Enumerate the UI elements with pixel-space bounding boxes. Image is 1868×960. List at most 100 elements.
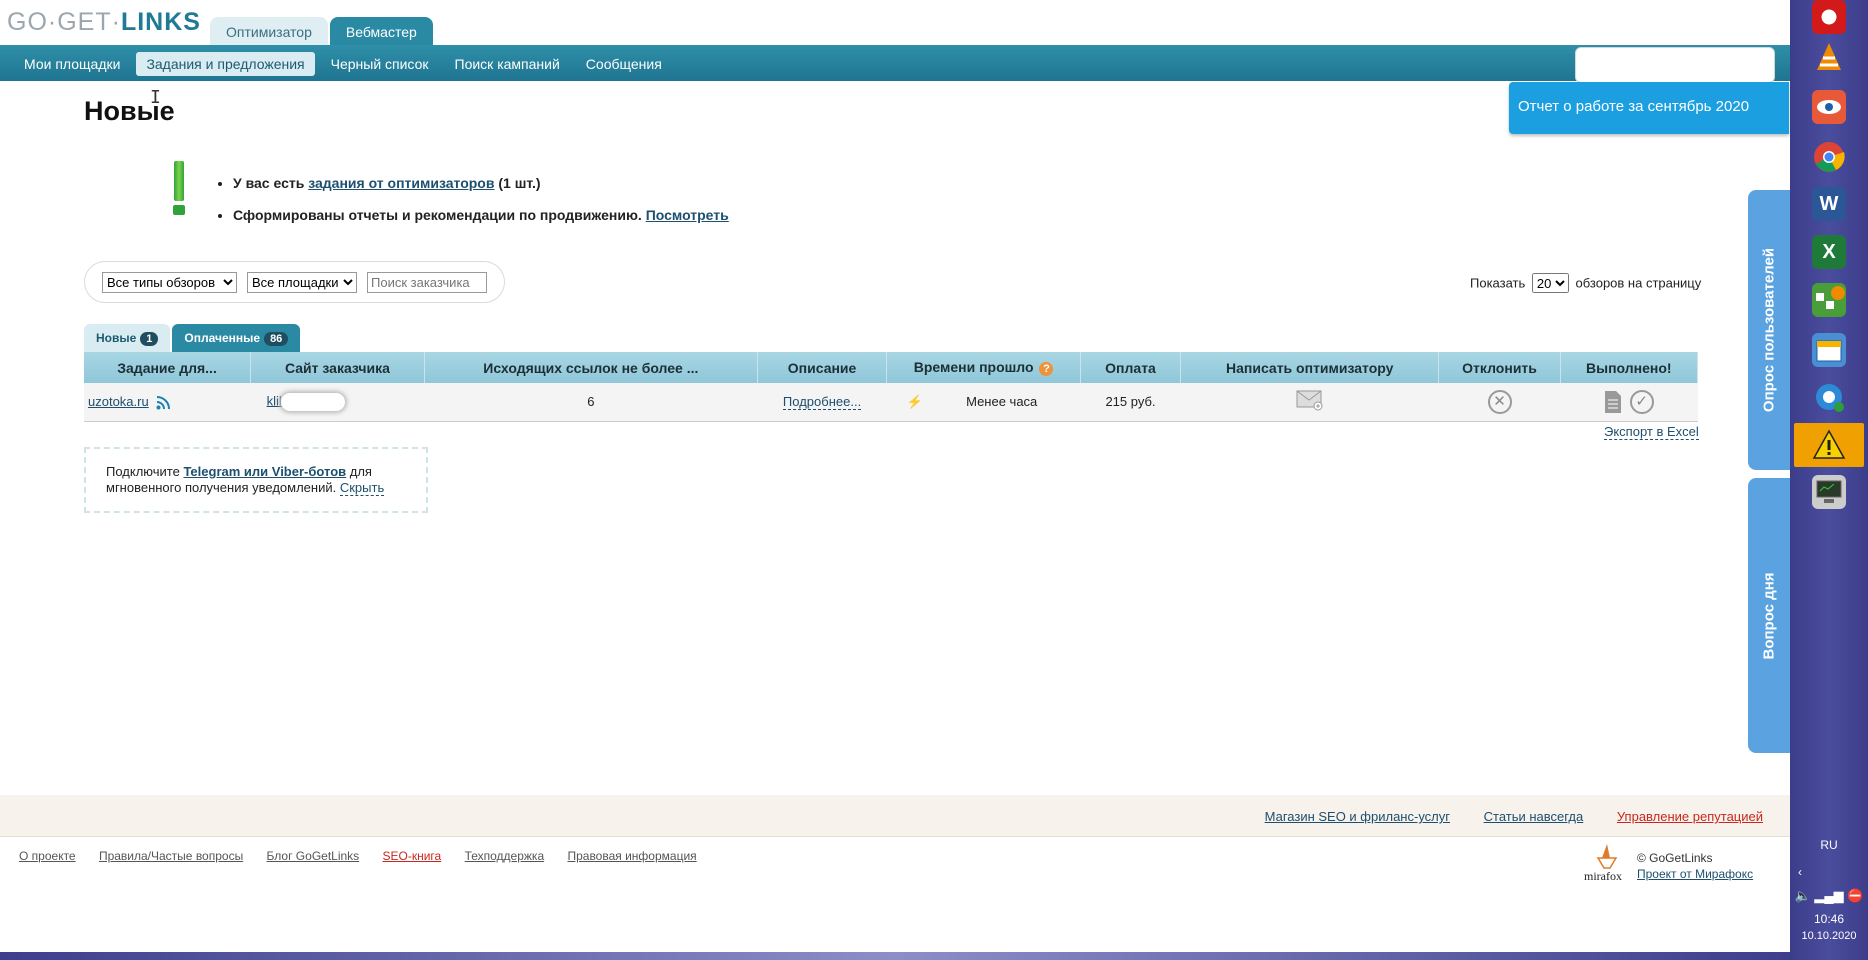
notice-reports: Сформированы отчеты и рекомендации по пр… bbox=[233, 207, 729, 223]
review-type-select[interactable]: Все типы обзоров bbox=[102, 272, 237, 293]
footer-links: О проекте Правила/Частые вопросы Блог Go… bbox=[19, 849, 717, 863]
col-time-passed[interactable]: Времени прошло ? bbox=[886, 352, 1082, 383]
footer-about-link[interactable]: О проекте bbox=[19, 849, 76, 863]
cell-outgoing-links: 6 bbox=[424, 383, 758, 422]
excel-icon[interactable]: X bbox=[1812, 235, 1846, 269]
document-icon[interactable] bbox=[1604, 390, 1622, 414]
tasks-app-icon[interactable] bbox=[1812, 283, 1846, 317]
question-of-day-tab[interactable]: Вопрос дня bbox=[1748, 478, 1790, 753]
table-row: uzotoka.ru klik 6 Подробнее... ⚡ Менее ча… bbox=[84, 383, 1698, 422]
mirafox-logo[interactable]: mirafox bbox=[1584, 842, 1630, 882]
table-header-row: Задание для... Сайт заказчика Исходящих … bbox=[84, 352, 1699, 383]
footer-support-link[interactable]: Техподдержка bbox=[465, 849, 545, 863]
check-icon[interactable]: ✓ bbox=[1629, 389, 1654, 414]
footer-seo-book-link[interactable]: SEO-книга bbox=[383, 849, 442, 863]
cell-task-for: uzotoka.ru bbox=[84, 383, 251, 422]
ie-icon[interactable] bbox=[1812, 380, 1846, 414]
footer-legal-link[interactable]: Правовая информация bbox=[567, 849, 696, 863]
notice-tasks: У вас есть задания от оптимизаторов (1 ш… bbox=[233, 175, 729, 191]
count-badge: 1 bbox=[140, 332, 159, 346]
user-survey-tab[interactable]: Опрос пользователей bbox=[1748, 190, 1790, 470]
warning-icon[interactable] bbox=[1812, 428, 1846, 462]
redacted-mask bbox=[281, 392, 346, 411]
tray-icons[interactable]: 🔈 ▂▄▆ ⛔ bbox=[1790, 888, 1868, 904]
windows-taskbar: W X RU ‹ 🔈 ▂▄▆ ⛔ 10:46 10.10.2020 bbox=[1790, 0, 1868, 960]
details-link[interactable]: Подробнее... bbox=[782, 394, 862, 411]
col-description: Описание bbox=[757, 352, 888, 383]
monitor-app-icon[interactable] bbox=[1812, 475, 1846, 509]
gogetlinks-logo[interactable]: GO·GET·LINKS bbox=[7, 8, 201, 37]
decline-icon[interactable]: ✕ bbox=[1487, 389, 1512, 414]
nav-user-box[interactable] bbox=[1575, 47, 1775, 83]
page-title: Новые bbox=[84, 96, 175, 126]
svg-text:mirafox: mirafox bbox=[1584, 869, 1622, 882]
telegram-notice: Подключите Telegram или Viber-ботов для … bbox=[84, 447, 428, 513]
cell-done: ✓ bbox=[1560, 383, 1698, 422]
cell-write-optimizer bbox=[1180, 383, 1439, 422]
lightning-icon: ⚡ bbox=[906, 393, 923, 409]
col-outgoing-links[interactable]: Исходящих ссылок не более ... bbox=[424, 352, 758, 383]
nav-campaign-search[interactable]: Поиск кампаний bbox=[445, 52, 570, 76]
bottom-stripe bbox=[0, 952, 1790, 960]
expand-tray-icon[interactable]: ‹ bbox=[1798, 865, 1808, 879]
clock-time[interactable]: 10:46 bbox=[1790, 912, 1868, 926]
nav-blacklist[interactable]: Черный список bbox=[321, 52, 439, 76]
sites-select[interactable]: Все площадки bbox=[247, 272, 357, 293]
mirafox-project-link[interactable]: Проект от Мирафокс bbox=[1637, 867, 1753, 881]
cell-payment: 215 руб. bbox=[1080, 383, 1181, 422]
nav-tasks-offers[interactable]: Задания и предложения bbox=[136, 52, 315, 76]
archive-icon[interactable] bbox=[1812, 333, 1846, 367]
rss-icon[interactable] bbox=[156, 395, 171, 410]
eye-app-icon[interactable] bbox=[1812, 90, 1846, 124]
view-reports-link[interactable]: Посмотреть bbox=[646, 207, 729, 223]
footer-reputation-link[interactable]: Управление репутацией bbox=[1617, 809, 1763, 824]
optimizer-tasks-link[interactable]: задания от оптимизаторов bbox=[308, 175, 494, 191]
tasks-table: Задание для... Сайт заказчика Исходящих … bbox=[84, 352, 1699, 422]
envelope-icon[interactable] bbox=[1296, 389, 1324, 411]
telegram-viber-link[interactable]: Telegram или Viber-ботов bbox=[183, 464, 346, 479]
copyright-text: © GoGetLinks bbox=[1637, 851, 1713, 865]
exclamation-icon bbox=[170, 161, 188, 218]
tab-webmaster[interactable]: Вебмастер bbox=[329, 17, 433, 46]
customer-search-input[interactable] bbox=[367, 272, 487, 293]
col-payment[interactable]: Оплата bbox=[1080, 352, 1181, 383]
col-task-for[interactable]: Задание для... bbox=[84, 352, 252, 383]
nav-messages[interactable]: Сообщения bbox=[576, 52, 672, 76]
nav-my-sites[interactable]: Мои площадки bbox=[14, 52, 130, 76]
vlc-icon[interactable] bbox=[1812, 40, 1846, 74]
site-link[interactable]: uzotoka.ru bbox=[88, 394, 149, 409]
opera-icon[interactable] bbox=[1812, 0, 1846, 34]
footer-rules-link[interactable]: Правила/Частые вопросы bbox=[99, 849, 243, 863]
main-navbar: Мои площадки Задания и предложения Черны… bbox=[0, 45, 1790, 83]
per-page-select[interactable]: 20 bbox=[1531, 273, 1569, 293]
clock-date[interactable]: 10.10.2020 bbox=[1790, 930, 1868, 942]
language-indicator[interactable]: RU bbox=[1790, 838, 1868, 852]
reviews-tabs: Новые 1 Оплаченные 86 bbox=[84, 324, 302, 352]
export-excel-link[interactable]: Экспорт в Excel bbox=[1604, 424, 1699, 440]
col-decline: Отклонить bbox=[1438, 352, 1561, 383]
help-icon[interactable]: ? bbox=[1039, 361, 1054, 376]
hide-link[interactable]: Скрыть bbox=[339, 480, 385, 496]
col-write-optimizer: Написать оптимизатору bbox=[1180, 352, 1440, 383]
word-icon[interactable]: W bbox=[1812, 187, 1846, 221]
chrome-icon[interactable] bbox=[1812, 140, 1846, 174]
tab-new[interactable]: Новые 1 bbox=[84, 324, 171, 352]
col-done: Выполнено! bbox=[1560, 352, 1699, 383]
footer-seo-shop-link[interactable]: Магазин SEO и фриланс-услуг bbox=[1265, 809, 1450, 824]
count-badge: 86 bbox=[264, 332, 289, 346]
footer-blog-link[interactable]: Блог GoGetLinks bbox=[267, 849, 360, 863]
cell-time-passed: ⚡ Менее часа bbox=[886, 383, 1081, 422]
text-cursor-icon: I bbox=[150, 87, 161, 108]
footer-promo-bar: Магазин SEO и фриланс-услуг Статьи навсе… bbox=[0, 795, 1790, 837]
tab-paid[interactable]: Оплаченные 86 bbox=[172, 324, 301, 352]
per-page-control: Показать 20 обзоров на страницу bbox=[1470, 273, 1701, 293]
monthly-report-button[interactable]: Отчет о работе за сентябрь 2020 bbox=[1509, 82, 1789, 134]
notices-list: У вас есть задания от оптимизаторов (1 ш… bbox=[233, 175, 729, 239]
filters-bar: Все типы обзоров Все площадки bbox=[84, 261, 505, 303]
tab-optimizer[interactable]: Оптимизатор bbox=[210, 17, 328, 46]
cell-decline: ✕ bbox=[1438, 383, 1561, 422]
cell-customer-site: klik bbox=[250, 383, 425, 422]
cell-description: Подробнее... bbox=[757, 383, 887, 422]
col-customer-site[interactable]: Сайт заказчика bbox=[250, 352, 425, 383]
footer-articles-link[interactable]: Статьи навсегда bbox=[1484, 809, 1584, 824]
